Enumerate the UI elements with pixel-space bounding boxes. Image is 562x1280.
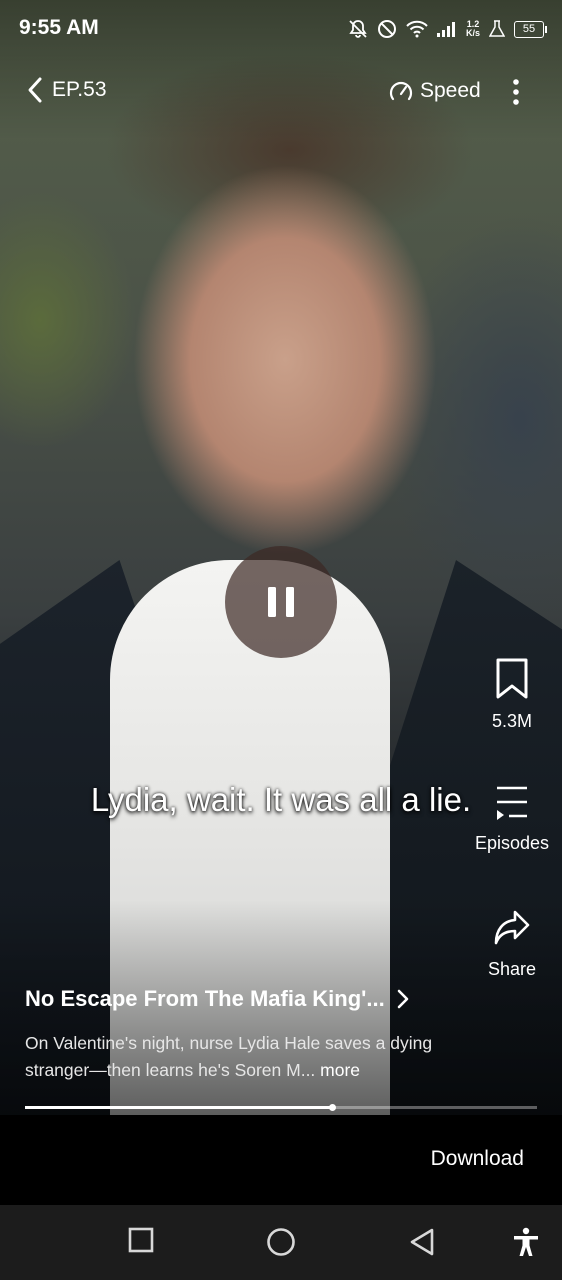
back-button[interactable]: EP.53 [26,76,107,104]
episodes-button[interactable]: Episodes [467,784,557,854]
do-not-disturb-icon [377,20,396,38]
home-icon[interactable] [266,1227,296,1257]
bookmark-button[interactable]: 5.3M [467,658,557,732]
progress-fill [25,1106,333,1109]
show-description: On Valentine's night, nurse Lydia Hale s… [25,1030,435,1084]
playback-progress-bar[interactable] [25,1104,537,1111]
battery-icon: 55 [514,20,547,38]
pause-icon [268,587,294,617]
description-text: On Valentine's night, nurse Lydia Hale s… [25,1033,433,1080]
chevron-right-icon [397,989,409,1009]
signal-icon [436,22,455,37]
net-speed: 1.2 K/s [465,19,480,38]
more-link[interactable]: more [320,1060,360,1080]
pause-button[interactable] [225,546,337,658]
recents-icon[interactable] [128,1227,154,1253]
player-top-bar: EP.53 Speed [0,64,562,120]
mute-bell-icon [349,20,367,38]
speed-label: Speed [420,79,481,102]
show-title: No Escape From The Mafia King'... [25,986,385,1011]
chevron-left-icon [28,77,42,103]
accessibility-icon[interactable] [512,1227,540,1257]
share-icon [494,910,530,945]
system-nav-bar [0,1205,562,1280]
episode-label: EP.53 [52,78,107,101]
speed-button[interactable]: Speed [388,78,481,104]
status-time: 9:55 AM [19,16,99,39]
bookmark-icon [496,658,528,699]
episodes-label: Episodes [474,833,550,853]
speedometer-icon [389,81,413,101]
episodes-list-icon [497,786,527,820]
status-icons: 1.2 K/s 55 [348,16,547,42]
video-subtitle: Lydia, wait. It was all a lie. [90,781,472,818]
more-options-icon[interactable] [504,76,528,108]
download-button[interactable]: Download [431,1147,524,1171]
status-bar: 9:55 AM 1.2 K/s 55 [0,0,562,56]
bookmark-count: 5.3M [491,711,533,731]
wifi-icon [406,20,428,38]
share-label: Share [487,959,537,979]
show-title-link[interactable]: No Escape From The Mafia King'... [25,986,409,1012]
back-nav-icon[interactable] [408,1227,436,1257]
lab-icon [489,20,505,37]
download-bar: Download [0,1115,562,1205]
share-button[interactable]: Share [467,908,557,980]
